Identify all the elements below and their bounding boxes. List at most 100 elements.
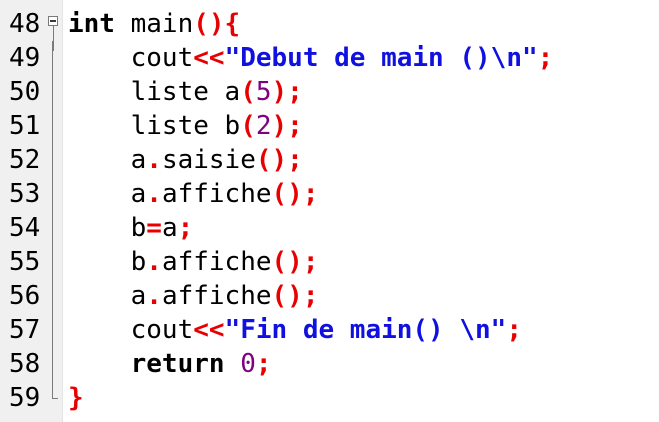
line-number: 58 [9,349,41,379]
operator-token: = [146,213,162,243]
fold-guide-icon [48,211,58,245]
operator-token: (); [271,281,319,311]
identifier-token: a [130,179,147,209]
code-line[interactable]: 55 b.affiche(); [0,245,659,279]
code-line[interactable]: 49 cout<<"Debut de main ()\n"; [0,41,659,75]
identifier-token: b [130,213,147,243]
number-token: 2 [255,111,272,141]
number-token: 5 [255,77,272,107]
code-text: liste a(5); [68,75,303,109]
operator-token: . [146,145,162,175]
fold-end-icon [48,381,58,415]
string-token: "Fin de main() \n" [224,315,507,345]
fold-guide-icon [48,313,58,347]
fold-guide-icon [48,75,58,109]
code-line[interactable]: 54 b=a; [0,211,659,245]
fold-guide-icon [48,347,58,381]
fold-guide-icon [48,279,58,313]
identifier-token [225,349,241,379]
identifier-token: cout [130,315,194,345]
code-line[interactable]: 48 int main(){ [0,7,659,51]
fold-guide-icon [48,177,58,211]
identifier-token: main [114,9,194,39]
operator-token: . [146,247,162,277]
code-text: b=a; [68,211,194,245]
code-line[interactable]: 50 liste a(5); [0,75,659,109]
line-number: 53 [9,179,41,209]
identifier-token: cout [130,43,194,73]
operator-token: (); [255,145,303,175]
line-number: 51 [9,111,41,141]
number-token: 0 [240,349,256,379]
operator-token: ( [240,111,256,141]
operator-token: ; [537,43,554,73]
keyword-token: return [130,349,225,379]
fold-guide-icon [48,143,58,177]
operator-token: (){ [193,9,241,39]
identifier-token: affiche [161,281,272,311]
identifier-token: b [130,247,147,277]
operator-token: ); [271,77,303,107]
line-number: 49 [9,43,41,73]
code-line[interactable]: 56 a.affiche(); [0,279,659,313]
operator-token: ( [240,77,256,107]
operator-token: ); [271,111,303,141]
fold-guide-icon [48,41,58,75]
identifier-token: affiche [161,247,272,277]
identifier-token: a [161,213,178,243]
line-number: 54 [9,213,41,243]
operator-token: . [146,281,162,311]
code-line[interactable]: 52 a.saisie(); [0,143,659,177]
line-number: 56 [9,281,41,311]
operator-token: << [193,43,225,73]
operator-token: (); [271,179,319,209]
identifier-token: saisie [161,145,256,175]
code-line[interactable]: 59} [0,381,659,415]
operator-token: ; [255,349,272,379]
line-number: 48 [9,9,41,39]
operator-token: ; [177,213,194,243]
operator-token: ; [506,315,522,345]
string-token: "Debut de main ()\n" [224,43,538,73]
fold-guide-icon [48,245,58,279]
code-text: b.affiche(); [68,245,319,279]
code-line[interactable]: 57 cout<<"Fin de main() \n"; [0,313,659,347]
code-text: cout<<"Debut de main ()\n"; [68,41,554,75]
identifier-token: a [130,145,147,175]
code-text: a.saisie(); [68,143,303,177]
code-text: int main(){ [68,7,240,41]
code-text: a.affiche(); [68,177,319,211]
line-number: 52 [9,145,41,175]
identifier-token: liste b [130,111,241,141]
code-line[interactable]: 53 a.affiche(); [0,177,659,211]
operator-token: << [193,315,225,345]
operator-token: (); [271,247,319,277]
code-line[interactable]: 51 liste b(2); [0,109,659,143]
line-number: 57 [9,315,41,345]
code-text: return 0; [68,347,272,381]
operator-token: } [68,383,84,413]
line-number: 55 [9,247,41,277]
code-text: liste b(2); [68,109,303,143]
code-text: } [68,381,84,415]
line-number: 59 [9,383,41,413]
keyword-token: int [68,9,115,39]
code-text: cout<<"Fin de main() \n"; [68,313,522,347]
code-line[interactable]: 58 return 0; [0,347,659,381]
identifier-token: liste a [130,77,241,107]
identifier-token: a [130,281,147,311]
code-editor[interactable]: 48 int main(){49 cout<<"Debut de main ()\… [0,0,659,422]
operator-token: . [146,179,162,209]
fold-guide-icon [48,109,58,143]
line-number: 50 [9,77,41,107]
fold-collapse-icon[interactable] [48,16,58,51]
